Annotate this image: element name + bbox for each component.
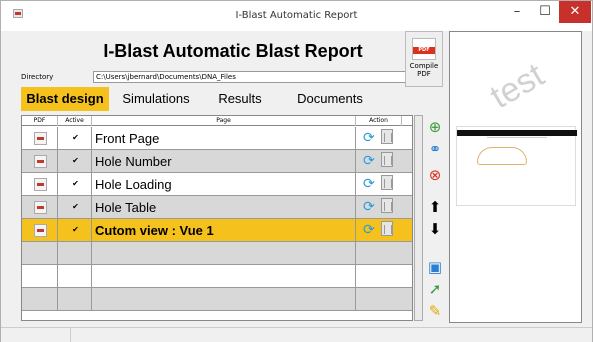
app-window: I-Blast Automatic Report – ☐ ✕ I-Blast A… xyxy=(0,0,593,342)
page-name: Hole Number xyxy=(95,154,172,169)
compile-pdf-label: Compile PDF xyxy=(409,62,439,78)
active-checkbox[interactable]: ✔ xyxy=(71,180,80,189)
compile-pdf-button[interactable]: Compile PDF xyxy=(405,31,443,87)
status-cell xyxy=(1,328,71,342)
trash-icon[interactable] xyxy=(381,175,393,190)
directory-label: Directory xyxy=(21,73,54,81)
page-name: Hole Loading xyxy=(95,177,172,192)
document-icon xyxy=(34,155,47,168)
document-icon xyxy=(34,201,47,214)
empty-row xyxy=(22,288,412,311)
refresh-icon[interactable]: ⟳ xyxy=(363,222,375,238)
table-row[interactable]: ✔ Hole Table ⟳ xyxy=(22,196,412,219)
tab-documents[interactable]: Documents xyxy=(285,87,375,111)
empty-row xyxy=(22,265,412,288)
empty-row xyxy=(22,242,412,265)
pages-table: PDF Active Page Action ✔ Front Page ⟳ ✔ … xyxy=(21,115,413,321)
document-icon xyxy=(34,132,47,145)
column-header-page: Page xyxy=(92,116,356,126)
title-bar: I-Blast Automatic Report – ☐ ✕ xyxy=(1,1,592,31)
page-name: Front Page xyxy=(95,131,160,146)
column-header-action: Action xyxy=(356,116,402,126)
export-icon[interactable]: ➚ xyxy=(425,279,445,299)
directory-input[interactable]: C:\Users\jbernard\Documents\DNA_Files xyxy=(93,71,407,83)
preview-page xyxy=(456,126,577,206)
pdf-preview: test xyxy=(449,31,582,323)
preview-header-bar xyxy=(457,130,577,136)
active-checkbox[interactable]: ✔ xyxy=(71,157,80,166)
down-arrow-icon[interactable]: ⬇ xyxy=(425,219,445,239)
main-panel: I-Blast Automatic Blast Report Directory… xyxy=(13,31,586,327)
page-title: I-Blast Automatic Blast Report xyxy=(103,41,363,61)
link-icon[interactable]: ⚭ xyxy=(425,139,445,159)
page-name: Hole Table xyxy=(95,200,157,215)
column-header-pdf: PDF xyxy=(22,116,58,126)
pdf-document-icon xyxy=(34,224,47,237)
active-checkbox[interactable]: ✔ xyxy=(71,134,80,143)
table-row-selected[interactable]: ✔ Cutom view : Vue 1 ⟳ xyxy=(22,219,412,242)
watermark: test xyxy=(483,55,551,117)
add-icon[interactable]: ⊕ xyxy=(425,117,445,137)
refresh-icon[interactable]: ⟳ xyxy=(363,130,375,146)
table-row[interactable]: ✔ Hole Number ⟳ xyxy=(22,150,412,173)
refresh-icon[interactable]: ⟳ xyxy=(363,176,375,192)
trash-icon[interactable] xyxy=(381,152,393,167)
table-header: PDF Active Page Action xyxy=(22,116,412,126)
edit-icon[interactable]: ✎ xyxy=(425,301,445,321)
close-button[interactable]: ✕ xyxy=(559,1,591,23)
delete-icon[interactable]: ⊗ xyxy=(425,165,445,185)
minimize-button[interactable]: – xyxy=(503,1,531,23)
trash-icon[interactable] xyxy=(381,198,393,213)
trash-icon[interactable] xyxy=(381,221,393,236)
tab-simulations[interactable]: Simulations xyxy=(113,87,199,111)
refresh-icon[interactable]: ⟳ xyxy=(363,153,375,169)
table-scrollbar[interactable] xyxy=(414,115,423,321)
active-checkbox[interactable]: ✔ xyxy=(71,203,80,212)
document-icon xyxy=(34,178,47,191)
maximize-button[interactable]: ☐ xyxy=(531,1,559,23)
tab-results[interactable]: Results xyxy=(207,87,273,111)
tab-blast-design[interactable]: Blast design xyxy=(21,87,109,111)
status-bar xyxy=(1,327,592,342)
preview-drawing xyxy=(477,147,527,165)
pdf-icon xyxy=(412,38,436,60)
refresh-icon[interactable]: ⟳ xyxy=(363,199,375,215)
column-header-active: Active xyxy=(58,116,92,126)
save-icon[interactable]: ▣ xyxy=(425,257,445,277)
table-row[interactable]: ✔ Front Page ⟳ xyxy=(22,127,412,150)
table-row[interactable]: ✔ Hole Loading ⟳ xyxy=(22,173,412,196)
page-name: Cutom view : Vue 1 xyxy=(95,223,214,238)
active-checkbox[interactable]: ✔ xyxy=(71,226,80,235)
trash-icon[interactable] xyxy=(381,129,393,144)
up-arrow-icon[interactable]: ⬆ xyxy=(425,197,445,217)
